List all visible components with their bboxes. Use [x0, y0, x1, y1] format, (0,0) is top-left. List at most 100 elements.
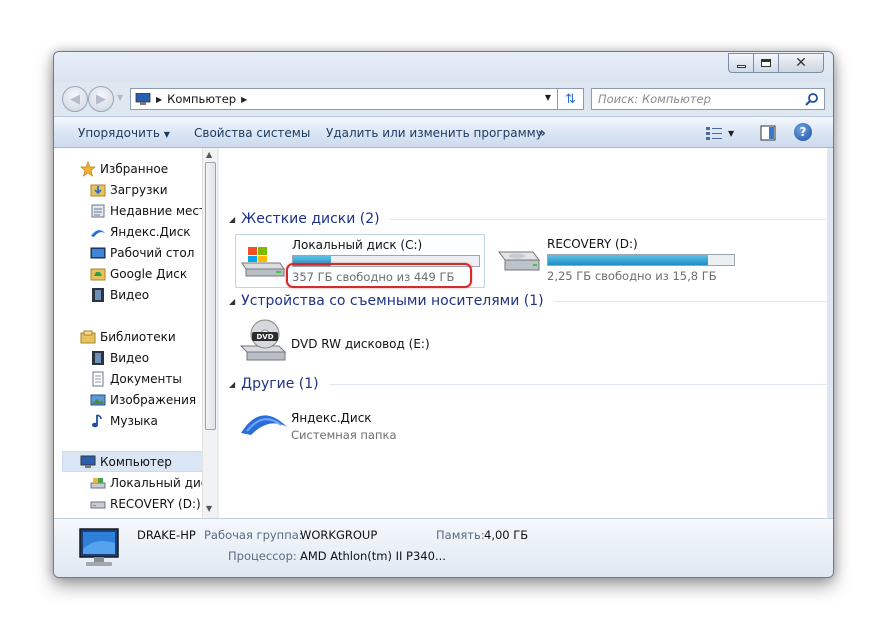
yandex-disk-tile[interactable]: Яндекс.Диск Системная папка — [235, 401, 485, 445]
star-icon — [80, 160, 96, 177]
nav-video-lib[interactable]: Видео — [90, 347, 216, 368]
documents-icon — [90, 371, 106, 387]
collapse-triangle-icon: ◢ — [229, 214, 236, 224]
group-divider — [389, 218, 827, 220]
nav-label: Музыка — [110, 413, 158, 428]
yandex-disk-icon — [90, 224, 106, 240]
nav-libraries[interactable]: Библиотеки — [80, 326, 216, 347]
drive-usage-bar — [547, 254, 735, 266]
organize-button[interactable]: Упорядочить ▼ — [78, 126, 170, 140]
search-input[interactable]: Поиск: Компьютер — [591, 88, 825, 110]
breadcrumb-arrow-icon[interactable]: ▶ — [241, 95, 247, 104]
change-view-button[interactable]: ▼ — [706, 125, 738, 141]
computer-icon — [79, 528, 119, 566]
video-icon — [90, 287, 106, 303]
breadcrumb-computer[interactable]: Компьютер — [167, 92, 236, 106]
group-header-hard-disks[interactable]: ◢ Жесткие диски (2) — [229, 210, 827, 228]
command-bar: Упорядочить ▼ Свойства системы Удалить и… — [54, 116, 833, 148]
pictures-icon — [90, 392, 106, 408]
nav-label: Избранное — [100, 161, 169, 176]
minimize-button[interactable] — [728, 53, 754, 73]
nav-google-drive[interactable]: Google Диск — [90, 263, 216, 284]
search-icon[interactable] — [805, 92, 819, 106]
group-title: Другие (1) — [241, 376, 319, 392]
google-drive-folder-icon — [90, 266, 106, 282]
group-header-other[interactable]: ◢ Другие (1) — [229, 375, 827, 393]
group-title: Жесткие диски (2) — [241, 211, 380, 227]
nav-favorites[interactable]: Избранное — [80, 158, 216, 179]
address-row: ◀ ▶ ▼ ▶ Компьютер ▶ ▼ ⇅ Поиск: Компьютер — [54, 82, 833, 116]
scroll-up-icon[interactable]: ▲ — [206, 150, 212, 159]
nav-video-fav[interactable]: Видео — [90, 284, 216, 305]
refresh-icon: ⇅ — [565, 91, 576, 107]
uninstall-program-button[interactable]: Удалить или изменить программу — [326, 126, 543, 140]
nav-desktop[interactable]: Рабочий стол — [90, 242, 216, 263]
group-divider — [553, 300, 827, 302]
local-disk-icon — [90, 475, 106, 491]
collapse-triangle-icon: ◢ — [229, 379, 236, 389]
computer-name: DRAKE-HP — [137, 528, 196, 542]
refresh-button[interactable]: ⇅ — [558, 88, 584, 110]
workgroup-label: Рабочая группа: — [204, 528, 303, 542]
preview-pane-icon[interactable] — [760, 125, 776, 141]
chevron-down-icon: ▼ — [163, 130, 170, 139]
nav-music[interactable]: Музыка — [90, 410, 216, 431]
windows-drive-icon — [241, 247, 285, 277]
group-header-removable[interactable]: ◢ Устройства со съемными носителями (1) — [229, 292, 827, 310]
drive-icon — [90, 496, 106, 512]
nav-recent-places[interactable]: Недавние места — [90, 200, 216, 221]
scroll-down-icon[interactable]: ▼ — [206, 504, 212, 513]
computer-icon — [135, 93, 151, 105]
nav-label: Локальный диск — [110, 475, 215, 490]
drive-name: RECOVERY (D:) — [547, 237, 638, 251]
breadcrumb-arrow-icon[interactable]: ▶ — [156, 95, 162, 104]
close-icon: ✕ — [795, 55, 807, 71]
nav-pictures[interactable]: Изображения — [90, 389, 216, 410]
back-button[interactable]: ◀ — [62, 86, 88, 112]
collapse-triangle-icon: ◢ — [229, 296, 236, 306]
more-commands-button[interactable]: » — [538, 126, 546, 140]
yandex-disk-icon — [241, 415, 287, 435]
nav-local-disk[interactable]: Локальный диск — [90, 472, 216, 493]
chevron-down-icon: ▼ — [728, 128, 735, 138]
drive-tile-c[interactable]: Локальный диск (C:) 357 ГБ свободно из 4… — [235, 234, 485, 288]
system-properties-button[interactable]: Свойства системы — [194, 126, 310, 140]
help-icon[interactable]: ? — [794, 123, 812, 141]
navigation-pane: Избранное Загрузки Недавние места Яндекс… — [54, 148, 216, 518]
group-divider — [328, 383, 827, 385]
dvd-drive-tile[interactable]: DVD DVD RW дисковод (E:) — [235, 316, 485, 366]
nav-scrollbar-thumb[interactable] — [205, 162, 216, 430]
nav-yandex-disk[interactable]: Яндекс.Диск — [90, 221, 216, 242]
memory-value: 4,00 ГБ — [484, 528, 529, 542]
nav-label: Видео — [110, 350, 150, 365]
drive-tile-d[interactable]: RECOVERY (D:) 2,25 ГБ свободно из 15,8 Г… — [491, 234, 741, 288]
item-name: Яндекс.Диск — [291, 411, 372, 425]
forward-button[interactable]: ▶ — [88, 86, 114, 112]
content-pane: ◢ Жесткие диски (2) Локальный диск (C:) … — [219, 148, 827, 518]
nav-documents[interactable]: Документы — [90, 368, 216, 389]
downloads-folder-icon — [90, 182, 106, 198]
maximize-button[interactable] — [753, 53, 779, 73]
nav-label: RECOVERY (D:) — [110, 496, 201, 511]
nav-recovery[interactable]: RECOVERY (D:) — [90, 493, 216, 514]
address-bar[interactable]: ▶ Компьютер ▶ ▼ — [130, 88, 558, 110]
title-bar[interactable]: ✕ — [54, 52, 833, 82]
maximize-icon — [761, 59, 771, 67]
nav-label: Рабочий стол — [110, 245, 195, 260]
nav-downloads[interactable]: Загрузки — [90, 179, 216, 200]
address-dropdown-icon[interactable]: ▼ — [545, 93, 551, 102]
forward-arrow-icon: ▶ — [96, 91, 106, 107]
item-subtitle: Системная папка — [291, 428, 397, 442]
close-button[interactable]: ✕ — [778, 53, 824, 73]
drive-name: Локальный диск (C:) — [292, 238, 423, 252]
recent-places-icon — [90, 203, 106, 219]
nav-computer[interactable]: Компьютер — [62, 451, 204, 472]
nav-label: Загрузки — [110, 182, 168, 197]
libraries-icon — [80, 329, 96, 345]
nav-scrollbar[interactable]: ▲ ▼ — [202, 148, 217, 518]
red-highlight-annotation — [286, 263, 472, 288]
nav-label: Библиотеки — [100, 329, 176, 344]
workgroup-value: WORKGROUP — [300, 528, 378, 542]
recent-pages-dropdown-icon[interactable]: ▼ — [117, 93, 123, 102]
organize-label: Упорядочить — [78, 126, 160, 140]
